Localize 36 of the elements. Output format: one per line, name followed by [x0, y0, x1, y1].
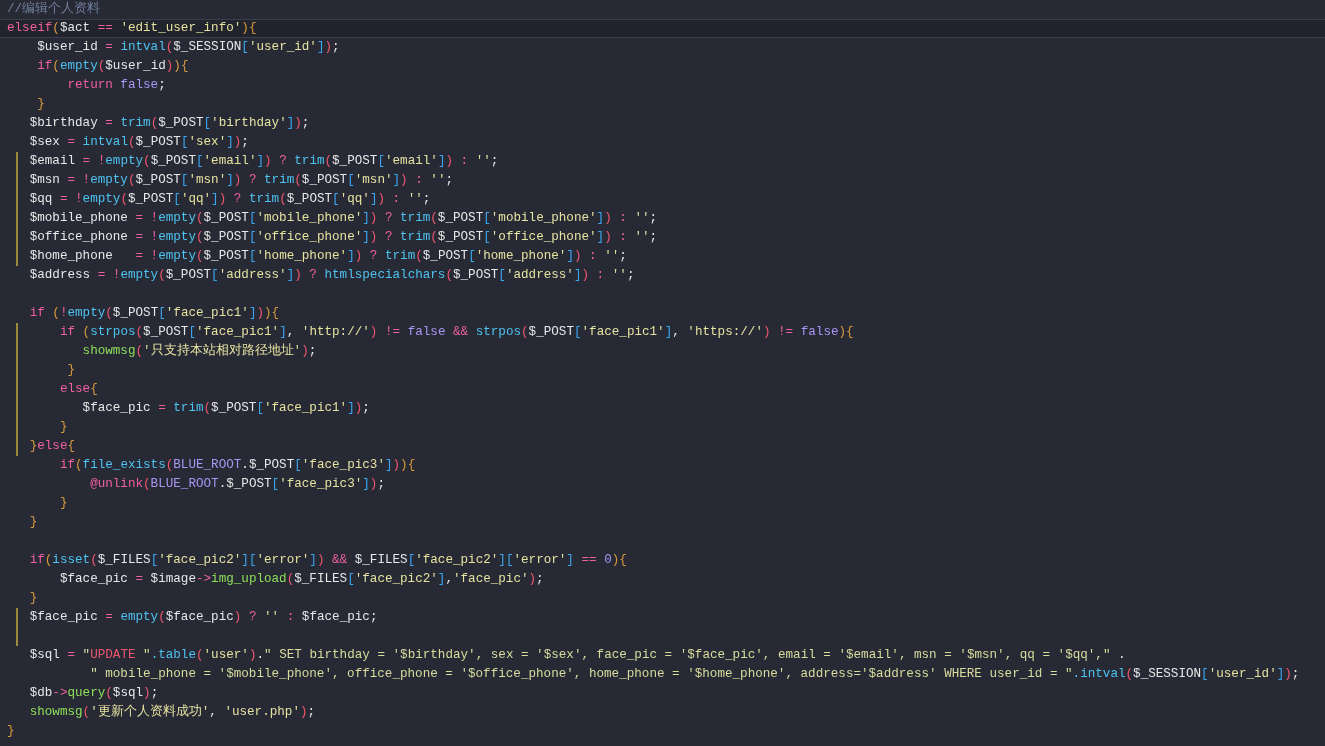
- code-line: $birthday = trim($_POST['birthday']);: [28, 115, 311, 132]
- code-line: }: [36, 96, 46, 113]
- code-line: if (!empty($_POST['face_pic1'])){: [28, 305, 281, 322]
- code-line: $msn = !empty($_POST['msn']) ? trim($_POST['msn']) : '';: [28, 172, 455, 189]
- code-line: if (strpos($_POST['face_pic1'], 'http://') != false && strpos($_POST['face_pic1'], 'https://') != false){: [58, 324, 855, 341]
- code-line: showmsg('只支持本站相对路径地址');: [81, 343, 318, 360]
- code-line: if(empty($user_id)){: [36, 58, 190, 75]
- code-line: $email = !empty($_POST['email']) ? trim($_POST['email']) : '';: [28, 153, 500, 170]
- code-line: }: [58, 495, 69, 512]
- code-line: }else{: [28, 438, 77, 455]
- code-line: elseif($act == 'edit_user_info'){: [6, 20, 258, 37]
- code-line: $home_phone = !empty($_POST['home_phone']) ? trim($_POST['home_phone']) : '';: [28, 248, 628, 265]
- code-line: showmsg('更新个人资料成功', 'user.php');: [28, 704, 317, 721]
- code-line: $address = !empty($_POST['address']) ? htmlspecialchars($_POST['address']) : '';: [28, 267, 636, 284]
- code-line: @unlink(BLUE_ROOT.$_POST['face_pic3']);: [89, 476, 386, 493]
- code-line: $sql = "UPDATE ".table('user')." SET birthday = '$birthday', sex = '$sex', face_pic = '$face_pic', email = '$email', msn = '$msn', qq = '$qq'," .: [28, 647, 1127, 664]
- code-line: " mobile_phone = '$mobile_phone', office_phone = '$office_phone', home_phone = '$home_phone', address='$address' WHERE user_id = ".intval($_SESSION['user_id']);: [89, 666, 1301, 683]
- code-comment: //编辑个人资料: [6, 1, 102, 18]
- code-line: $mobile_phone = !empty($_POST['mobile_phone']) ? trim($_POST['mobile_phone']) : '';: [28, 210, 659, 227]
- code-line: $user_id = intval($_SESSION['user_id']);: [36, 39, 341, 56]
- code-line: $face_pic = empty($face_pic) ? '' : $face_pic;: [28, 609, 379, 626]
- code-line: if(isset($_FILES['face_pic2']['error']) && $_FILES['face_pic2']['error'] == 0){: [28, 552, 628, 569]
- code-line: $office_phone = !empty($_POST['office_phone']) ? trim($_POST['office_phone']) : '';: [28, 229, 659, 246]
- code-line: else{: [58, 381, 99, 398]
- code-line: }: [58, 419, 69, 436]
- code-line: }: [6, 723, 16, 740]
- code-line: $sex = intval($_POST['sex']);: [28, 134, 250, 151]
- code-line: $face_pic = trim($_POST['face_pic1']);: [81, 400, 371, 417]
- code-line: $db->query($sql);: [28, 685, 160, 702]
- code-line: if(file_exists(BLUE_ROOT.$_POST['face_pic3'])){: [58, 457, 417, 474]
- code-line: }: [66, 362, 77, 379]
- code-line: }: [28, 590, 39, 607]
- code-line: return false;: [66, 77, 167, 94]
- code-line: $qq = !empty($_POST['qq']) ? trim($_POST['qq']) : '';: [28, 191, 432, 208]
- code-line: }: [28, 514, 39, 531]
- code-line: $face_pic = $image->img_upload($_FILES['face_pic2'],'face_pic');: [58, 571, 545, 588]
